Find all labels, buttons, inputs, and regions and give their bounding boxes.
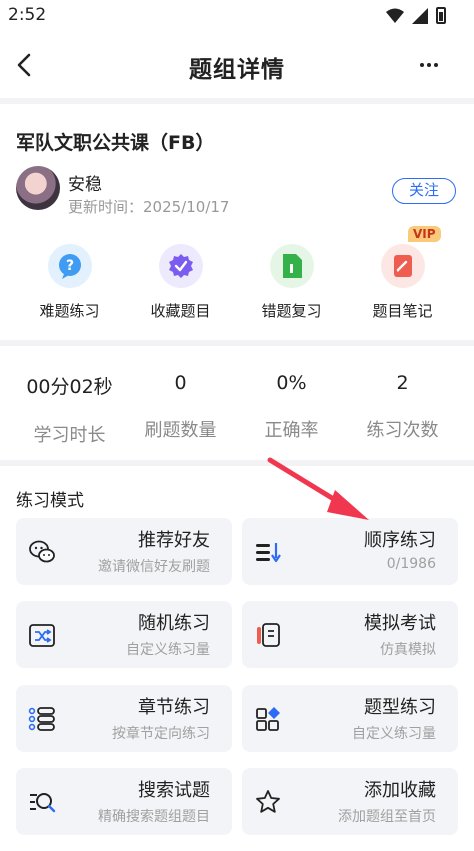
document-icon	[282, 254, 302, 278]
stat-label: 学习时长	[33, 425, 106, 446]
stat-value: 00分02秒	[26, 376, 113, 398]
battery-icon	[436, 7, 446, 24]
quick-action-icon-wrap	[380, 244, 425, 288]
mode-subtitle: 0/1986	[386, 556, 436, 572]
quick-action-label: 错题复习	[261, 302, 322, 320]
mode-subtitle: 精确搜索题组题目	[98, 809, 210, 825]
author-name[interactable]: 安稳	[68, 170, 102, 195]
stat-accuracy: 0% 正确率	[236, 346, 347, 460]
status-bar: 2:52	[0, 0, 474, 32]
mode-title: 随机练习	[138, 613, 210, 634]
quick-action-label: 难题练习	[39, 302, 100, 320]
mode-title: 搜索试题	[138, 780, 210, 801]
notebook-icon	[393, 255, 412, 277]
avatar[interactable]	[16, 166, 60, 210]
mode-title: 模拟考试	[364, 613, 436, 634]
chapter-list-icon	[28, 707, 55, 731]
mode-mock-exam[interactable]: 模拟考试 仿真模拟	[242, 601, 458, 668]
exam-pen-icon	[257, 623, 280, 647]
mode-title: 题型练习	[364, 697, 436, 718]
annotation-arrow-icon	[267, 457, 369, 520]
mode-search-questions[interactable]: 搜索试题 精确搜索题组题目	[16, 768, 232, 835]
sequence-list-icon	[256, 543, 281, 563]
mode-subtitle: 邀请微信好友刷题	[98, 559, 210, 575]
mode-add-favorite[interactable]: 添加收藏 添加题组至首页	[242, 768, 458, 835]
quick-action-label: 题目笔记	[372, 302, 433, 320]
question-type-icon	[256, 707, 280, 731]
wechat-icon	[29, 540, 55, 563]
mode-question-type-practice[interactable]: 题型练习 自定义练习量	[242, 685, 458, 752]
mode-subtitle: 自定义练习量	[126, 642, 210, 658]
vip-badge: VIP	[408, 226, 441, 242]
quick-action-favorites[interactable]: 收藏题目	[125, 244, 236, 321]
check-badge-icon	[168, 254, 193, 278]
quick-action-notes[interactable]: VIP 题目笔记	[347, 226, 458, 321]
mode-subtitle: 自定义练习量	[352, 726, 436, 742]
mode-recommend-friend[interactable]: 推荐好友 邀请微信好友刷题	[16, 518, 232, 585]
quick-action-hard-questions[interactable]: ? 难题练习	[14, 244, 125, 321]
stat-value: 2	[396, 372, 409, 394]
stat-label: 练习次数	[366, 420, 439, 441]
quick-actions: ? 难题练习 收藏题目 错题复习 VIP 题目笔记	[0, 226, 474, 321]
course-card: 军队文职公共课（FB） 安稳 更新时间：2025/10/17 关注 ? 难题练习…	[0, 104, 474, 340]
course-title: 军队文职公共课（FB）	[16, 132, 215, 154]
quick-action-icon-wrap	[269, 244, 314, 288]
mode-subtitle: 仿真模拟	[380, 642, 436, 658]
stat-value: 0	[174, 372, 187, 394]
quick-action-icon-wrap	[158, 244, 203, 288]
stat-label: 正确率	[264, 420, 319, 441]
shuffle-icon	[29, 624, 55, 647]
more-icon[interactable]	[420, 63, 438, 67]
page-title: 题组详情	[189, 57, 285, 83]
mode-sequential-practice[interactable]: 顺序练习 0/1986	[242, 518, 458, 585]
wifi-icon	[386, 8, 404, 23]
stats-card: 00分02秒 学习时长 0 刷题数量 0% 正确率 2 练习次数	[0, 346, 474, 460]
practice-modes-card: 练习模式 推荐好友 邀请微信好友刷题 顺序练习 0/1986 随机练习 自定义练…	[0, 466, 474, 851]
stat-value: 0%	[276, 372, 307, 394]
status-time: 2:52	[8, 5, 47, 25]
mode-title: 添加收藏	[364, 780, 436, 801]
quick-action-icon-wrap: ?	[47, 244, 92, 288]
stat-label: 刷题数量	[144, 420, 217, 441]
stat-practice-count: 2 练习次数	[347, 346, 458, 460]
section-title: 练习模式	[16, 491, 84, 511]
svg-text:?: ?	[65, 258, 73, 274]
stat-study-time: 00分02秒 学习时长	[14, 346, 125, 460]
star-icon	[256, 790, 280, 813]
quick-action-wrong-review[interactable]: 错题复习	[236, 244, 347, 321]
signal-icon	[412, 7, 428, 24]
update-time: 更新时间：2025/10/17	[68, 198, 230, 216]
mode-title: 推荐好友	[138, 530, 210, 551]
search-list-icon	[30, 793, 56, 813]
mode-random-practice[interactable]: 随机练习 自定义练习量	[16, 601, 232, 668]
follow-button[interactable]: 关注	[392, 178, 456, 204]
mode-title: 章节练习	[138, 697, 210, 718]
mode-subtitle: 添加题组至首页	[338, 809, 436, 825]
mode-chapter-practice[interactable]: 章节练习 按章节定向练习	[16, 685, 232, 752]
quick-action-label: 收藏题目	[150, 302, 211, 320]
mode-title: 顺序练习	[364, 530, 436, 551]
question-bubble-icon: ?	[58, 254, 81, 279]
status-icons	[386, 7, 446, 24]
stat-question-count: 0 刷题数量	[125, 346, 236, 460]
nav-bar: 题组详情	[0, 32, 474, 98]
mode-subtitle: 按章节定向练习	[112, 726, 210, 742]
